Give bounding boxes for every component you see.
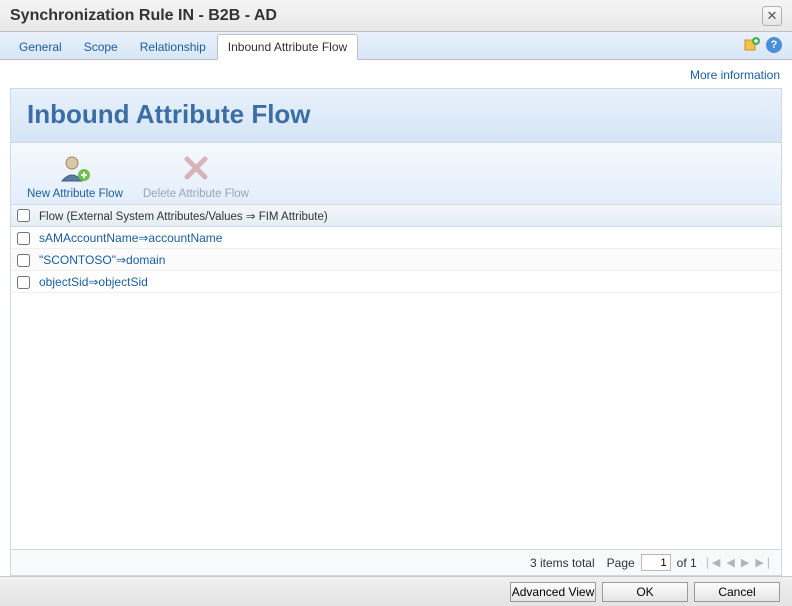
grid-header-label: Flow (External System Attributes/Values …: [39, 209, 328, 223]
new-attribute-flow-button[interactable]: New Attribute Flow: [17, 152, 133, 200]
delete-attribute-flow-label: Delete Attribute Flow: [143, 188, 249, 200]
delete-x-icon: [143, 152, 249, 184]
tab-inbound-attribute-flow[interactable]: Inbound Attribute Flow: [217, 34, 358, 60]
person-add-icon: [27, 152, 123, 184]
tab-bar: General Scope Relationship Inbound Attri…: [0, 32, 792, 60]
row-checkbox[interactable]: [17, 254, 30, 267]
items-total-label: 3 items total: [530, 556, 595, 570]
row-checkbox[interactable]: [17, 276, 30, 289]
add-icon[interactable]: [744, 37, 760, 53]
delete-attribute-flow-button: Delete Attribute Flow: [133, 152, 259, 200]
cancel-button[interactable]: Cancel: [694, 582, 780, 602]
table-row[interactable]: "SCONTOSO"⇒domain: [11, 249, 781, 271]
page-of-label: of 1: [677, 556, 697, 570]
row-checkbox[interactable]: [17, 232, 30, 245]
flow-link[interactable]: "SCONTOSO"⇒domain: [39, 253, 165, 267]
tab-scope[interactable]: Scope: [73, 34, 129, 59]
close-button[interactable]: ✕: [762, 6, 782, 26]
help-icon[interactable]: ?: [766, 37, 782, 53]
table-row[interactable]: objectSid⇒objectSid: [11, 271, 781, 293]
tab-general[interactable]: General: [8, 34, 73, 59]
panel-title: Inbound Attribute Flow: [27, 99, 765, 130]
new-attribute-flow-label: New Attribute Flow: [27, 188, 123, 200]
attribute-flow-grid: Flow (External System Attributes/Values …: [11, 205, 781, 549]
table-row[interactable]: sAMAccountName⇒accountName: [11, 227, 781, 249]
attribute-flow-panel: Inbound Attribute Flow New Attribute Flo…: [10, 88, 782, 576]
select-all-checkbox[interactable]: [17, 209, 30, 222]
last-page-icon[interactable]: ▶❘: [755, 556, 773, 569]
first-page-icon[interactable]: ❘◀: [703, 556, 721, 569]
more-information-link[interactable]: More information: [10, 66, 782, 88]
flow-link[interactable]: objectSid⇒objectSid: [39, 275, 148, 289]
dialog-title: Synchronization Rule IN - B2B - AD: [10, 7, 277, 25]
tab-relationship[interactable]: Relationship: [129, 34, 217, 59]
close-icon: ✕: [767, 8, 778, 24]
advanced-view-button[interactable]: Advanced View: [510, 582, 596, 602]
prev-page-icon[interactable]: ◀: [726, 556, 734, 569]
page-label: Page: [607, 556, 635, 570]
ok-button[interactable]: OK: [602, 582, 688, 602]
page-number-input[interactable]: [641, 554, 671, 571]
flow-link[interactable]: sAMAccountName⇒accountName: [39, 231, 222, 245]
next-page-icon[interactable]: ▶: [741, 556, 749, 569]
